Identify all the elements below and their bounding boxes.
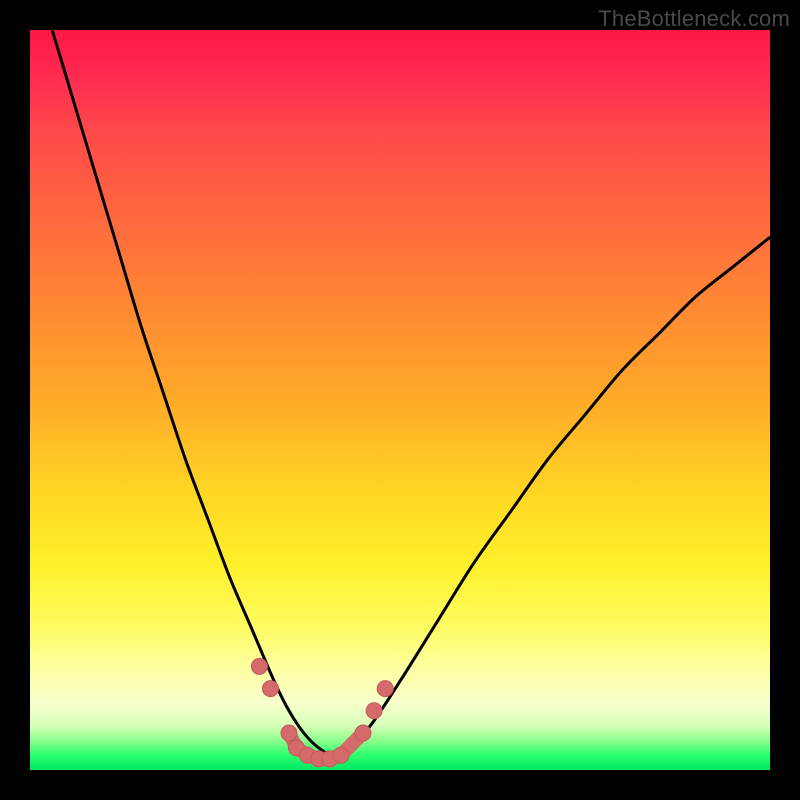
watermark-text: TheBottleneck.com <box>598 6 790 32</box>
bottleneck-curve <box>52 30 770 755</box>
valley-marker-dot <box>263 681 279 697</box>
chart-svg <box>30 30 770 770</box>
valley-marker-dot <box>366 703 382 719</box>
chart-frame: TheBottleneck.com <box>0 0 800 800</box>
valley-marker-dot <box>333 747 349 763</box>
valley-marker-dot <box>377 681 393 697</box>
valley-marker-dot <box>355 725 371 741</box>
valley-marker-dot <box>251 658 267 674</box>
valley-marker-dot <box>281 725 297 741</box>
